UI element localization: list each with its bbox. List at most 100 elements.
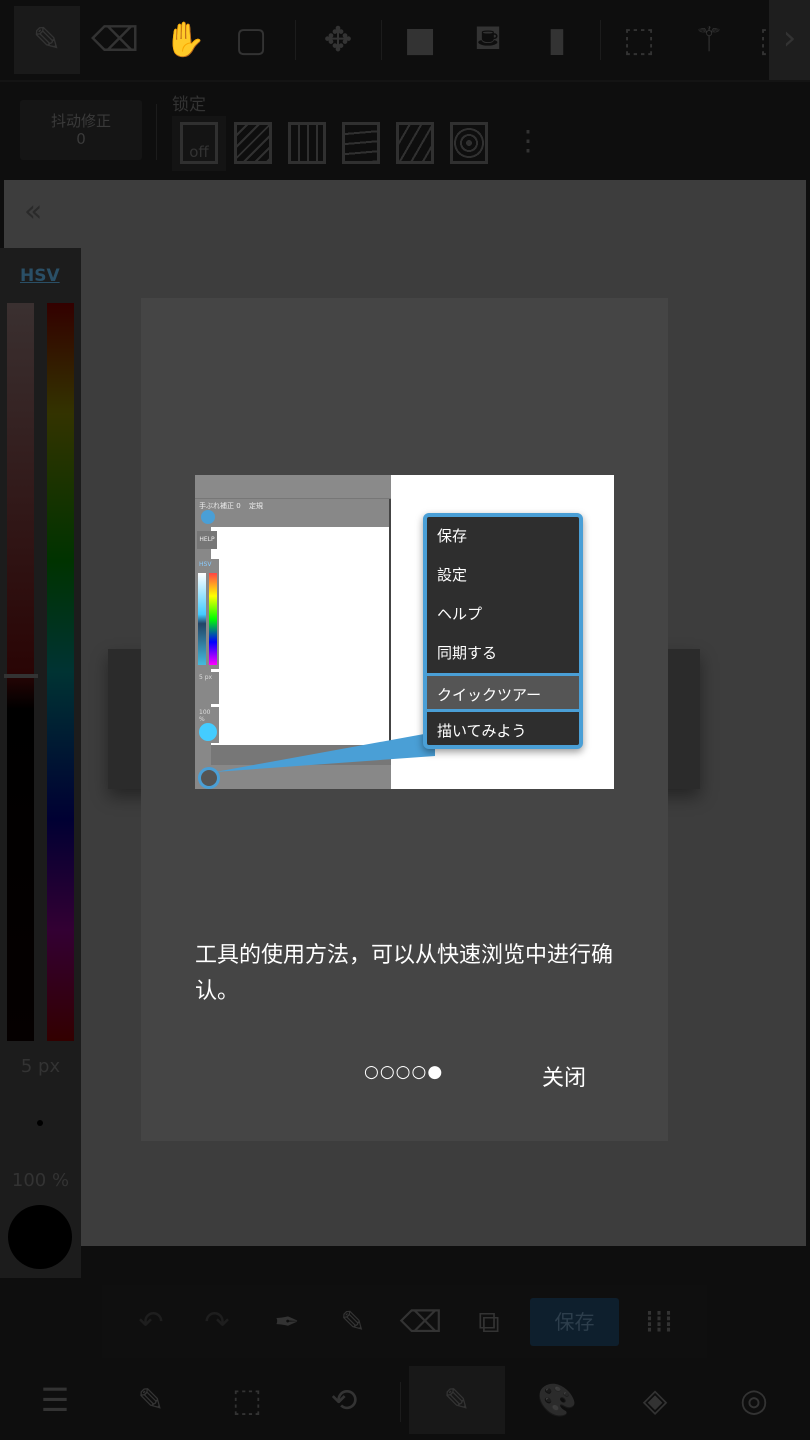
eraser-button[interactable]: ⌫ xyxy=(396,1297,446,1347)
stabilizer-value: 0 xyxy=(76,130,86,148)
snap-off-label: off xyxy=(189,143,209,161)
fill-rect-tool-button[interactable]: ■ xyxy=(387,6,453,74)
external-icon: ⧉ xyxy=(478,1304,500,1340)
snap-perspective-button[interactable] xyxy=(342,122,380,164)
mini-snap-label: 定規 xyxy=(249,502,263,510)
eraser-icon: ⌫ xyxy=(90,20,140,60)
menu-item-sync: 同期する xyxy=(437,644,498,662)
bottom-bar: ☰ ✎ ⬚ ⟲ ✎ 🎨 ◈ ◎ xyxy=(0,1358,810,1440)
layers-icon: ◈ xyxy=(642,1381,668,1419)
quick-action-bar: ↶ ↷ ✒ ✎ ⌫ ⧉ 保存 ⁞⁞⁞ xyxy=(102,1285,707,1358)
pen-icon: ✎ xyxy=(340,1304,366,1340)
current-color-swatch[interactable] xyxy=(8,1205,72,1269)
eyedropper-button[interactable]: ✒ xyxy=(262,1297,312,1347)
stabilizer-button[interactable]: 抖动修正 0 xyxy=(20,100,142,160)
hand-tool-button[interactable]: ✋ xyxy=(152,6,218,74)
redo-icon: ↷ xyxy=(204,1304,230,1340)
mini-app-screenshot: 手ぶれ補正 0 定規 HELP HSV 5 px 100 % xyxy=(195,475,391,789)
more-vertical-icon: ⋮ xyxy=(514,124,542,157)
hue-slider[interactable] xyxy=(47,303,74,1041)
selection-button[interactable]: ⬚ xyxy=(199,1366,295,1434)
snap-radial-button[interactable] xyxy=(396,122,434,164)
menu-item-quick-tour: クイックツアー xyxy=(427,673,579,712)
slider-handle[interactable] xyxy=(4,674,38,678)
bucket-tool-button[interactable]: ⛾ xyxy=(455,6,521,74)
grid-dots-icon: ⁞⁞⁞ xyxy=(644,1304,674,1340)
menu-item-try-drawing: 描いてみよう xyxy=(437,722,527,740)
magic-wand-icon: ⚚ xyxy=(693,20,725,60)
snap-label: 锁定 xyxy=(172,95,206,115)
select-tool-button[interactable]: ⬚ xyxy=(606,6,672,74)
gradient-tool-button[interactable]: ▮ xyxy=(524,6,590,74)
snap-parallel-button[interactable] xyxy=(234,122,272,164)
brush-button[interactable]: ✎ xyxy=(409,1366,505,1434)
color-panel: HSV 5 px 100 % xyxy=(0,248,81,1278)
snap-more-button[interactable]: ⋮ xyxy=(514,124,542,157)
pen-icon: ✎ xyxy=(443,1381,471,1419)
page-indicator: ○○○○● xyxy=(364,1062,444,1082)
opacity-label[interactable]: 100 % xyxy=(0,1170,81,1191)
pen-tool-button[interactable]: ✎ xyxy=(14,6,80,74)
mini-help-button: HELP xyxy=(197,531,217,549)
top-toolbar: ✎ ⌫ ✋ ▢ ✥ ■ ⛾ ▮ ⬚ ⚚ ⬚ › xyxy=(0,0,810,82)
collapse-panel-button[interactable]: « xyxy=(24,194,42,229)
toolbar-scroll-right-button[interactable]: › xyxy=(769,0,810,80)
color-button[interactable]: 🎨 xyxy=(509,1366,605,1434)
menu-item-settings: 設定 xyxy=(437,566,468,584)
eraser-icon: ⌫ xyxy=(399,1304,443,1340)
menu-item-save: 保存 xyxy=(437,527,468,545)
select-rect-icon: ⬚ xyxy=(622,20,656,60)
eraser-tool-button[interactable]: ⌫ xyxy=(82,6,148,74)
chevron-right-icon: › xyxy=(782,18,797,58)
undo-button[interactable]: ↶ xyxy=(126,1297,176,1347)
saturation-slider[interactable] xyxy=(7,303,34,1041)
fill-rect-icon: ■ xyxy=(403,20,437,60)
snap-off-button[interactable]: off xyxy=(180,122,218,164)
rotate-button[interactable]: ⟲ xyxy=(296,1366,392,1434)
color-mode-toggle[interactable]: HSV xyxy=(20,266,60,286)
hand-icon: ✋ xyxy=(163,20,207,60)
transform-button[interactable]: ⧉ xyxy=(464,1297,514,1347)
palette-icon: 🎨 xyxy=(537,1381,577,1419)
rectangle-icon: ▢ xyxy=(234,20,268,60)
snap-concentric-button[interactable] xyxy=(450,122,488,164)
mini-hsv-label: HSV xyxy=(199,561,212,568)
snap-grid-button[interactable] xyxy=(288,122,326,164)
move-icon: ✥ xyxy=(323,20,353,60)
mini-opacity-label: 100 % xyxy=(199,709,211,723)
edit-icon: ✎ xyxy=(137,1381,165,1419)
eyedropper-icon: ✒ xyxy=(274,1304,300,1340)
menu-button[interactable]: ☰ xyxy=(7,1366,103,1434)
gradient-icon: ▮ xyxy=(547,20,567,60)
more-actions-button[interactable]: ⁞⁞⁞ xyxy=(634,1297,684,1347)
bucket-icon: ⛾ xyxy=(474,17,502,58)
shape-tool-button[interactable]: ▢ xyxy=(218,6,284,74)
edit-button[interactable]: ✎ xyxy=(103,1366,199,1434)
dialog-message: 工具的使用方法，可以从快速浏览中进行确认。 xyxy=(195,943,614,1004)
menu-item-help: ヘルプ xyxy=(437,605,483,623)
pen-icon: ✎ xyxy=(32,20,62,60)
material-button[interactable]: ◎ xyxy=(706,1366,802,1434)
quick-tour-dialog: 手ぶれ補正 0 定規 HELP HSV 5 px 100 % 保存 設定 ヘルプ… xyxy=(141,298,668,1141)
save-button[interactable]: 保存 xyxy=(530,1298,619,1346)
close-button[interactable]: 关闭 xyxy=(542,1060,586,1092)
rotate-icon: ⟲ xyxy=(330,1381,358,1419)
double-chevron-left-icon: « xyxy=(24,194,43,229)
magic-wand-tool-button[interactable]: ⚚ xyxy=(676,6,742,74)
selection-icon: ⬚ xyxy=(231,1381,263,1419)
stabilizer-label: 抖动修正 xyxy=(50,112,111,130)
mini-size-label: 5 px xyxy=(197,672,219,704)
divider xyxy=(295,20,296,60)
menu-icon: ☰ xyxy=(40,1381,70,1419)
layers-button[interactable]: ◈ xyxy=(607,1366,703,1434)
divider xyxy=(156,104,157,160)
divider xyxy=(600,20,601,60)
illustration-menu: 保存 設定 ヘルプ 同期する クイックツアー 描いてみよう xyxy=(423,513,583,749)
divider xyxy=(400,1382,401,1422)
redo-button[interactable]: ↷ xyxy=(192,1297,242,1347)
material-icon: ◎ xyxy=(740,1381,768,1419)
pen-button[interactable]: ✎ xyxy=(328,1297,378,1347)
brush-size-label[interactable]: 5 px xyxy=(0,1056,81,1077)
move-tool-button[interactable]: ✥ xyxy=(305,6,371,74)
brush-preview-dot xyxy=(37,1120,43,1126)
